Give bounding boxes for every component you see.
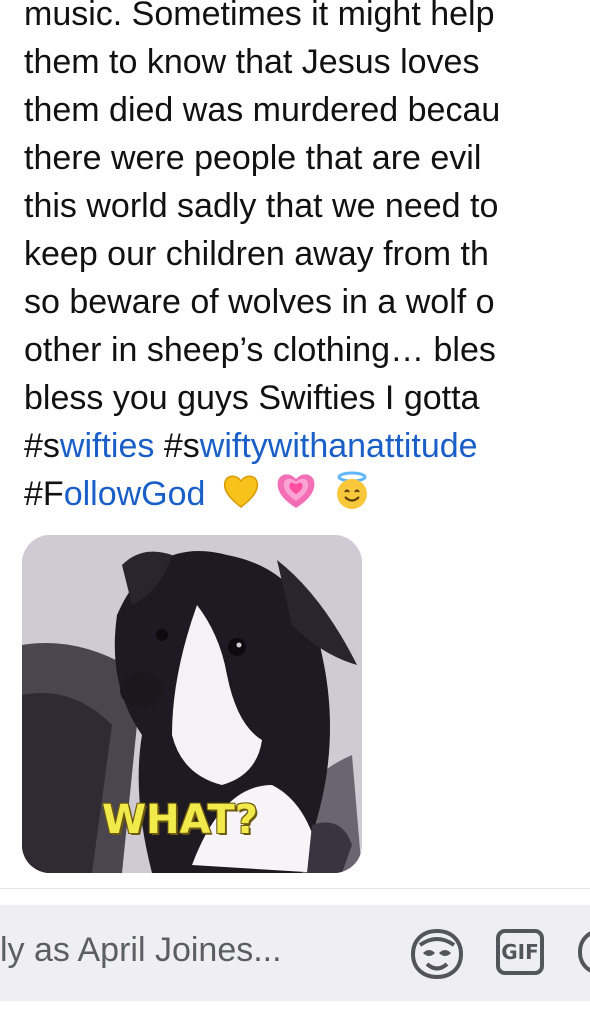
hashtag-swiftywithanattitude[interactable]: #swiftywithanattitude <box>164 427 478 465</box>
hashtag-line: #FollowGod <box>24 470 590 518</box>
post-line: them died was murdered becau <box>24 91 501 129</box>
post-line: them to know that Jesus loves <box>24 43 480 81</box>
halo-smile-emoji <box>336 471 367 509</box>
post-line: this world sadly that we need to <box>24 187 499 225</box>
growing-heart-emoji <box>277 474 315 508</box>
post-line: bless you guys Swifties I gotta <box>24 379 480 417</box>
hashtag-line: #swifties #swiftywithanattitude <box>24 422 590 470</box>
gif-icon[interactable]: GIF <box>496 929 544 975</box>
gif-caption: WHAT? <box>102 797 258 843</box>
divider <box>0 888 590 889</box>
post-body: music. Sometimes it might help them to k… <box>24 0 590 518</box>
gif-attachment[interactable]: WHAT? <box>22 535 362 873</box>
hashtag-swifties[interactable]: #swifties <box>24 427 154 465</box>
post-line: keep our children away from th <box>24 235 489 273</box>
post-line: there were people that are evil <box>24 139 482 177</box>
camera-icon[interactable] <box>578 929 590 975</box>
reply-input[interactable]: ly as April Joines... <box>0 931 282 970</box>
yellow-heart-emoji <box>223 475 259 508</box>
post-line: so beware of wolves in a wolf o <box>24 283 495 321</box>
post-line: other in sheep’s clothing… bles <box>24 331 496 369</box>
hashtag-followgod[interactable]: #FollowGod <box>24 475 205 513</box>
gif-icon-label: GIF <box>501 940 539 964</box>
post-line: music. Sometimes it might help <box>24 0 495 33</box>
sticker-face-icon[interactable] <box>408 927 466 981</box>
comment-composer: ly as April Joines... GIF <box>0 905 590 1001</box>
